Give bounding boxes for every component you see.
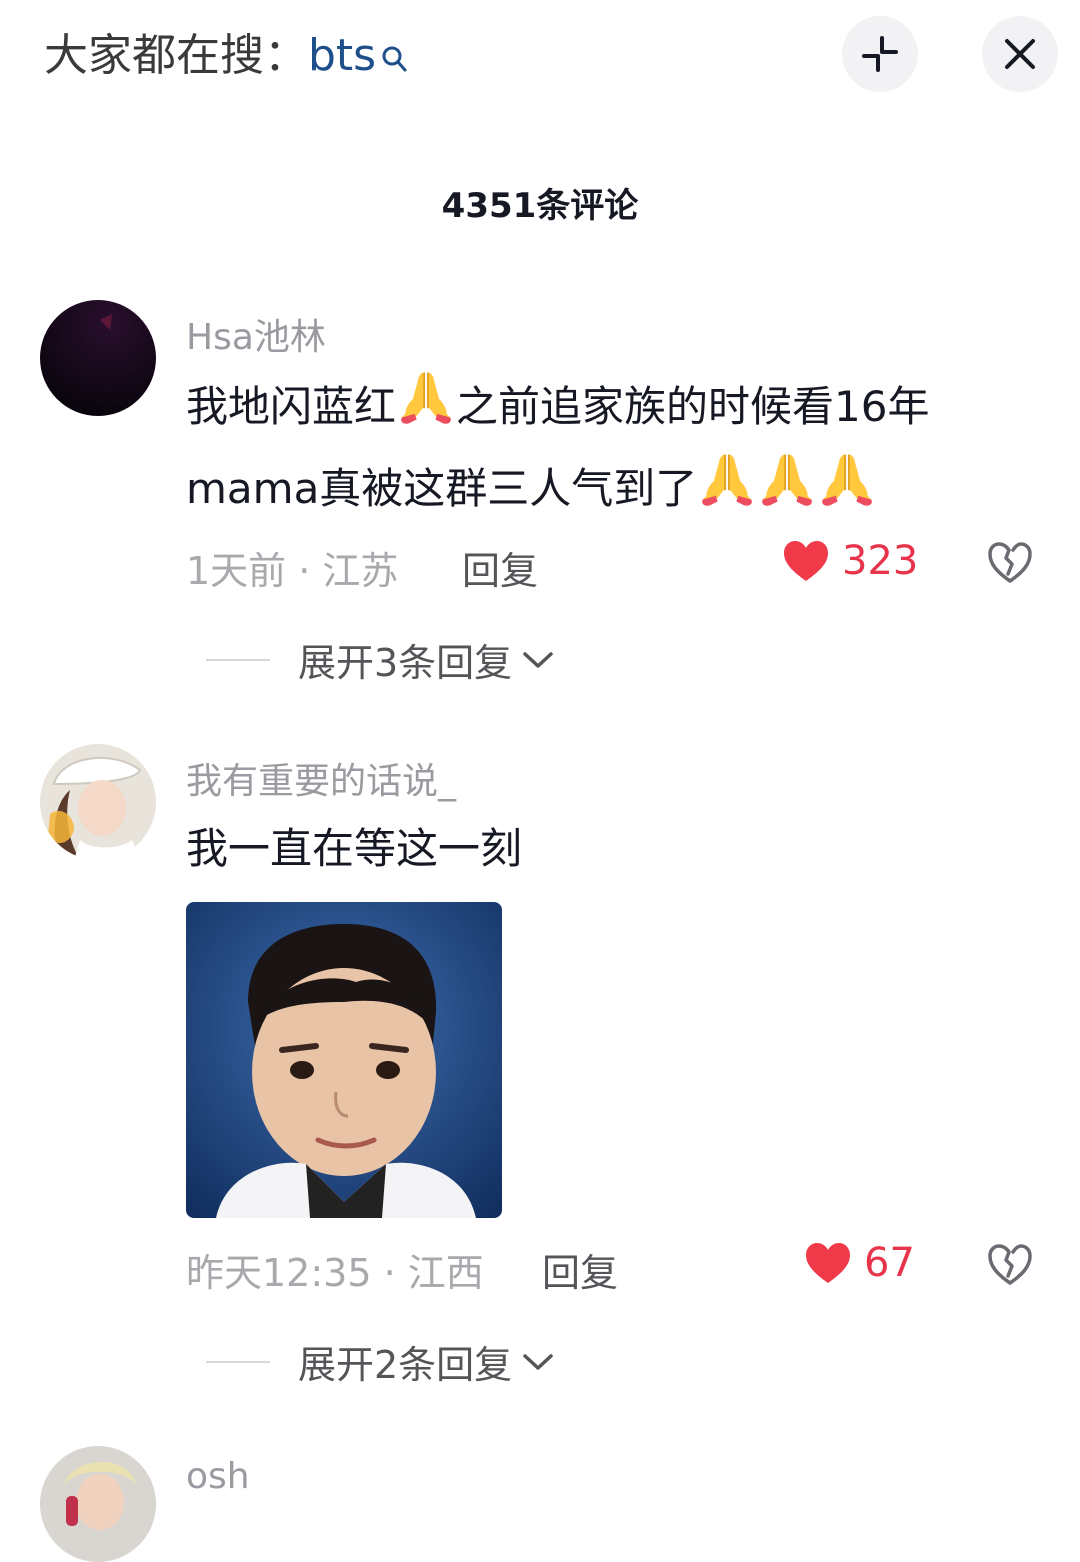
comment-image[interactable] [186,902,502,1218]
comment-username[interactable]: Hsa池林 [186,308,326,360]
comment-username[interactable]: 我有重要的话说_ [186,752,456,804]
like-count: 323 [842,538,919,584]
reply-button[interactable]: 回复 [542,1242,618,1297]
comment-text-part: mama真被这群三人气到了 [186,464,698,513]
heart-icon [782,539,830,583]
heart-icon [804,1241,852,1285]
like-button[interactable]: 323 [782,538,918,584]
collapse-icon [862,36,898,72]
comment-text-part: 我地闪蓝红 [186,382,397,431]
folded-hands-emoji [396,367,456,427]
expand-replies-button[interactable]: 展开2条回复 [206,1334,554,1389]
dislike-icon [986,1242,1034,1286]
reply-button[interactable]: 回复 [462,540,538,595]
dislike-icon [986,540,1034,584]
close-button[interactable] [982,16,1058,92]
chevron-down-icon [522,650,554,670]
trending-search-keyword[interactable]: bts [308,30,376,81]
divider [206,1360,270,1363]
avatar[interactable] [40,744,156,860]
trending-search-bar[interactable]: 大家都在搜：bts [44,26,408,90]
close-icon [1005,39,1035,69]
expand-replies-label: 展开2条回复 [298,1343,513,1387]
comment-text-part: 之前追家族的时候看16年 [456,382,930,431]
avatar[interactable] [40,300,156,416]
comment-username[interactable]: osh [186,1456,250,1497]
dislike-button[interactable] [986,1242,1034,1290]
expand-replies-label: 展开3条回复 [298,641,513,685]
comment-meta: 昨天12:35 · 江西 [186,1251,484,1295]
comment-meta: 1天前 · 江苏 [186,549,399,593]
comment-count-title: 4351条评论 [441,186,639,226]
dislike-button[interactable] [986,540,1034,588]
folded-hands-emoji [757,449,817,509]
folded-hands-emoji [697,449,757,509]
trending-search-label: 大家都在搜： [44,30,308,81]
avatar[interactable] [40,1446,156,1562]
like-button[interactable]: 67 [804,1240,915,1286]
chevron-down-icon [522,1352,554,1372]
comment-text: 我地闪蓝红 之前追家族的时候看16年 mama真被这群三人气到了 [186,366,1026,530]
folded-hands-emoji [817,449,877,509]
collapse-button[interactable] [842,16,918,92]
search-icon [380,30,408,90]
like-count: 67 [864,1240,915,1286]
divider [206,658,270,661]
comment-text: 我一直在等这一刻 [186,824,523,873]
expand-replies-button[interactable]: 展开3条回复 [206,632,554,687]
